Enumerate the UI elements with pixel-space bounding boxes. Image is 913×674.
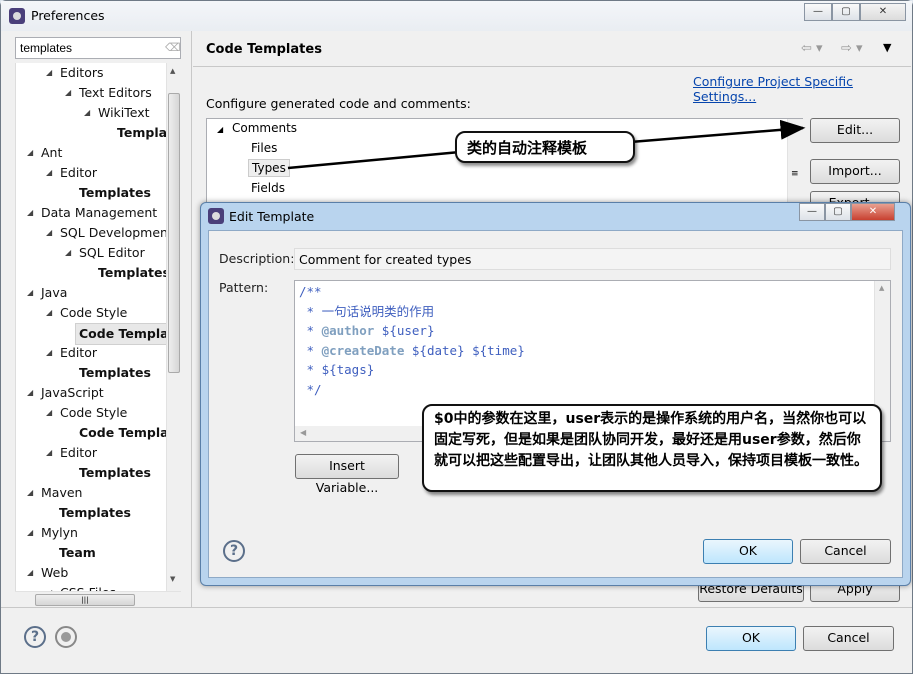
callout-arrow [287, 119, 806, 170]
params-callout: $0中的参数在这里，user表示的是操作系统的用户名，当然你也可以固定写死，但是… [422, 404, 882, 492]
types-callout: 类的自动注释模板 [455, 131, 635, 163]
